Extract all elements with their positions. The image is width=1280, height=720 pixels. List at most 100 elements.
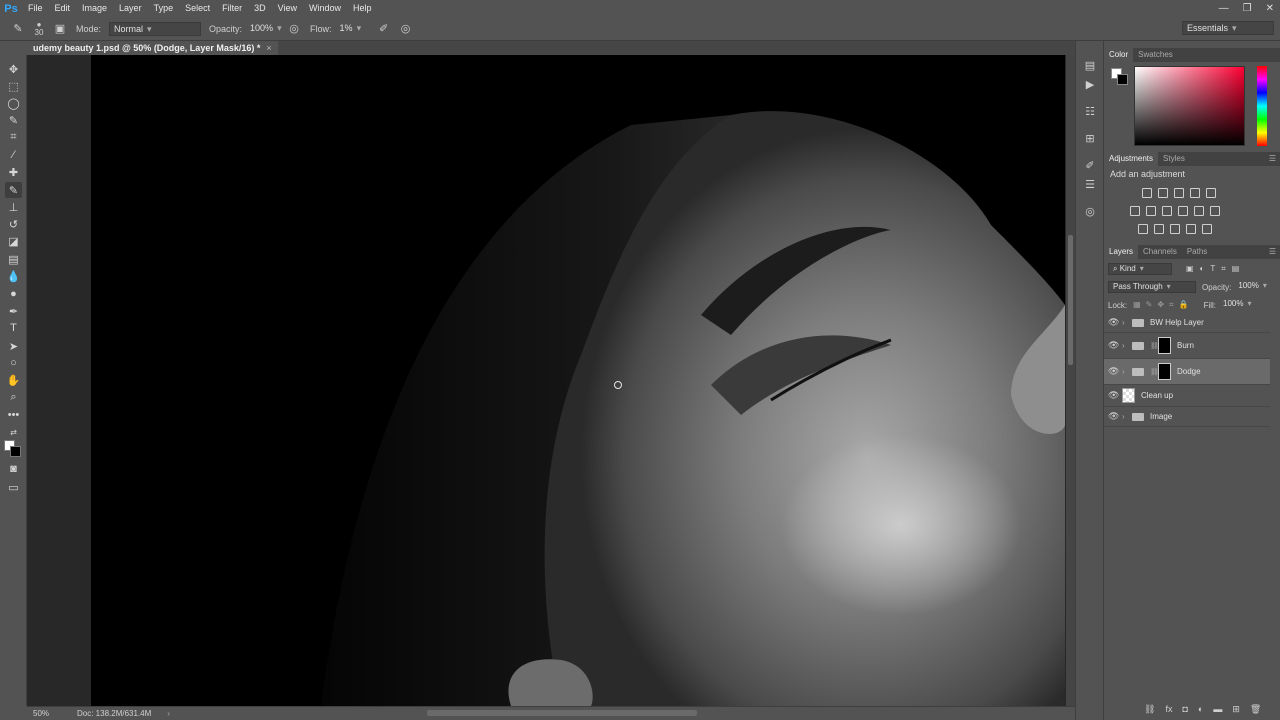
expand-arrow-icon[interactable]: ›	[1122, 318, 1132, 327]
channel-mixer-icon[interactable]	[1194, 206, 1204, 216]
visibility-eye-icon[interactable]: 👁	[1108, 340, 1122, 351]
visibility-eye-icon[interactable]: 👁	[1108, 411, 1122, 422]
brush-tool-icon[interactable]: ✎	[5, 182, 22, 198]
expand-arrow-icon[interactable]: ›	[1122, 341, 1132, 350]
layer-row-clean-up[interactable]: 👁 Clean up	[1104, 385, 1270, 407]
layer-row-dodge[interactable]: 👁 › ⛓ Dodge	[1104, 359, 1270, 385]
vertical-scroll-thumb[interactable]	[1068, 235, 1073, 365]
close-window-icon[interactable]: ✕	[1266, 3, 1274, 14]
opacity-input[interactable]: 100%	[246, 22, 286, 36]
menu-type[interactable]: Type	[148, 0, 180, 17]
eraser-tool-icon[interactable]: ◪	[5, 233, 22, 249]
tab-swatches[interactable]: Swatches	[1133, 48, 1178, 62]
eyedropper-tool-icon[interactable]: ⁄	[5, 147, 22, 163]
layers-menu-icon[interactable]: ☰	[1269, 247, 1276, 256]
brush-settings-icon[interactable]: ✐	[1082, 157, 1098, 173]
posterize-icon[interactable]	[1154, 224, 1164, 234]
invert-icon[interactable]	[1138, 224, 1148, 234]
add-mask-icon[interactable]: ◘	[1182, 704, 1187, 715]
visibility-eye-icon[interactable]: 👁	[1108, 390, 1122, 401]
tab-channels[interactable]: Channels	[1138, 245, 1182, 259]
expand-arrow-icon[interactable]: ›	[1122, 367, 1132, 376]
pressure-opacity-icon[interactable]: ◎	[286, 21, 302, 37]
curves-icon[interactable]	[1174, 188, 1184, 198]
healing-brush-tool-icon[interactable]: ✚	[5, 164, 22, 180]
restore-icon[interactable]: ❐	[1243, 3, 1252, 14]
brush-size-picker[interactable]: ● 30	[26, 20, 52, 37]
tab-layers[interactable]: Layers	[1104, 245, 1139, 259]
actions-play-icon[interactable]: ▶	[1082, 76, 1098, 92]
clone-stamp-tool-icon[interactable]: ⊥	[5, 199, 22, 215]
clone-source-icon[interactable]: ⊞	[1082, 130, 1098, 146]
libraries-icon[interactable]: ◎	[1082, 203, 1098, 219]
lock-icons[interactable]: ▦✎✥⌗🔒	[1133, 300, 1193, 310]
threshold-icon[interactable]	[1170, 224, 1180, 234]
swap-colors-icon[interactable]: ⇄	[5, 424, 22, 440]
blur-tool-icon[interactable]: 💧	[5, 268, 22, 284]
background-color-swatch[interactable]	[10, 446, 21, 457]
kind-filter-select[interactable]: ⌕ Kind	[1108, 263, 1172, 275]
mode-select[interactable]: Normal	[109, 21, 202, 36]
properties-icon[interactable]: ☷	[1082, 103, 1098, 119]
black-white-icon[interactable]	[1162, 206, 1172, 216]
gradient-tool-icon[interactable]: ▤	[5, 251, 22, 267]
zoom-tool-icon[interactable]: ⌕	[5, 389, 22, 405]
crop-tool-icon[interactable]: ⌗	[5, 129, 22, 145]
close-tab-icon[interactable]: ×	[266, 41, 271, 55]
adjustments-sliders-icon[interactable]: ☰	[1082, 176, 1098, 192]
horizontal-scroll-thumb[interactable]	[427, 710, 697, 716]
layer-opacity-input[interactable]: 100%	[1234, 281, 1274, 293]
layer-mask-thumbnail[interactable]	[1158, 363, 1171, 380]
minimize-icon[interactable]: —	[1219, 3, 1229, 14]
document-canvas[interactable]	[91, 55, 1065, 706]
selective-color-icon[interactable]	[1186, 224, 1196, 234]
flow-input[interactable]: 1%	[336, 22, 376, 36]
link-chain-icon[interactable]: ⛓	[1150, 368, 1159, 376]
layer-mask-thumbnail[interactable]	[1158, 337, 1171, 354]
panel-background-swatch[interactable]	[1117, 74, 1128, 85]
link-layers-icon[interactable]: ⛓	[1144, 704, 1155, 715]
color-balance-icon[interactable]	[1146, 206, 1156, 216]
brightness-icon[interactable]	[1142, 188, 1152, 198]
tab-styles[interactable]: Styles	[1158, 152, 1190, 166]
tab-adjustments[interactable]: Adjustments	[1104, 152, 1159, 166]
brush-preset-icon[interactable]: ✎	[10, 21, 26, 37]
type-tool-icon[interactable]: T	[5, 320, 22, 336]
lasso-tool-icon[interactable]: ◯	[5, 95, 22, 111]
ellipse-tool-icon[interactable]: ○	[5, 355, 22, 371]
tab-paths[interactable]: Paths	[1182, 245, 1212, 259]
hue-slider[interactable]	[1257, 66, 1267, 146]
marquee-tool-icon[interactable]: ⬚	[5, 78, 22, 94]
menu-help[interactable]: Help	[347, 0, 378, 17]
move-tool-icon[interactable]: ✥	[5, 61, 22, 77]
quick-mask-icon[interactable]: ◙	[5, 461, 22, 477]
panel-menu-icon[interactable]: ☰	[1269, 154, 1276, 163]
more-tools-icon[interactable]: •••	[5, 407, 22, 423]
vertical-scrollbar[interactable]	[1066, 55, 1075, 706]
photo-filter-icon[interactable]	[1178, 206, 1188, 216]
vibrance-icon[interactable]	[1206, 188, 1216, 198]
color-lookup-icon[interactable]	[1210, 206, 1220, 216]
visibility-eye-icon[interactable]: 👁	[1108, 366, 1122, 377]
menu-image[interactable]: Image	[76, 0, 113, 17]
fill-input[interactable]: 100%	[1219, 299, 1259, 311]
airbrush-icon[interactable]: ✐	[376, 21, 392, 37]
quick-select-tool-icon[interactable]: ✎	[5, 112, 22, 128]
layer-thumbnail[interactable]	[1122, 388, 1135, 403]
exposure-icon[interactable]	[1190, 188, 1200, 198]
menu-view[interactable]: View	[272, 0, 303, 17]
layer-row-burn[interactable]: 👁 › ⛓ Burn	[1104, 333, 1270, 359]
menu-layer[interactable]: Layer	[113, 0, 148, 17]
menu-edit[interactable]: Edit	[49, 0, 77, 17]
history-brush-tool-icon[interactable]: ↺	[5, 216, 22, 232]
new-group-icon[interactable]: ▬	[1213, 704, 1222, 715]
pressure-size-icon[interactable]: ◎	[398, 21, 414, 37]
visibility-eye-icon[interactable]: 👁	[1108, 317, 1122, 328]
menu-filter[interactable]: Filter	[216, 0, 248, 17]
filter-type-icons[interactable]: ▣◐T⌗▤	[1186, 264, 1245, 274]
gradient-map-icon[interactable]	[1202, 224, 1212, 234]
hue-saturation-icon[interactable]	[1130, 206, 1140, 216]
levels-icon[interactable]	[1158, 188, 1168, 198]
history-icon[interactable]: ▤	[1082, 57, 1098, 73]
hand-tool-icon[interactable]: ✋	[5, 372, 22, 388]
